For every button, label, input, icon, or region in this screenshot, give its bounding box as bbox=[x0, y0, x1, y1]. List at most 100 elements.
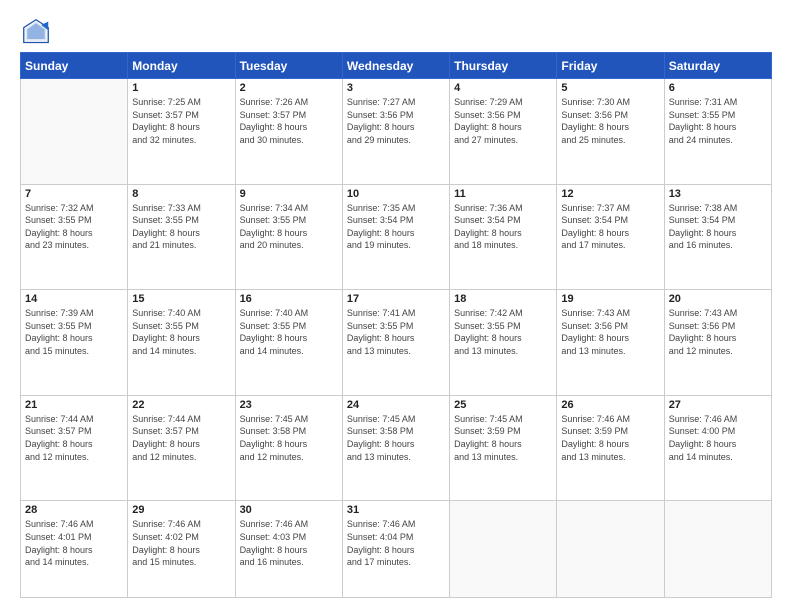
calendar-header-monday: Monday bbox=[128, 53, 235, 79]
calendar-header-wednesday: Wednesday bbox=[342, 53, 449, 79]
calendar-cell bbox=[557, 501, 664, 598]
header bbox=[20, 18, 772, 46]
day-info: Sunrise: 7:45 AM Sunset: 3:59 PM Dayligh… bbox=[454, 413, 552, 463]
calendar-cell: 26 Sunrise: 7:46 AM Sunset: 3:59 PM Dayli… bbox=[557, 395, 664, 501]
calendar-cell: 14 Sunrise: 7:39 AM Sunset: 3:55 PM Dayli… bbox=[21, 290, 128, 396]
calendar-cell: 8Sunrise: 7:33 AM Sunset: 3:55 PM Daylig… bbox=[128, 184, 235, 290]
day-info: Sunrise: 7:29 AM Sunset: 3:56 PM Dayligh… bbox=[454, 96, 552, 146]
calendar-cell: 10 Sunrise: 7:35 AM Sunset: 3:54 PM Dayli… bbox=[342, 184, 449, 290]
day-number: 3 bbox=[347, 82, 445, 94]
day-number: 22 bbox=[132, 399, 230, 411]
day-info: Sunrise: 7:26 AM Sunset: 3:57 PM Dayligh… bbox=[240, 96, 338, 146]
day-info: Sunrise: 7:44 AM Sunset: 3:57 PM Dayligh… bbox=[132, 413, 230, 463]
day-info: Sunrise: 7:46 AM Sunset: 4:04 PM Dayligh… bbox=[347, 518, 445, 568]
calendar-header-friday: Friday bbox=[557, 53, 664, 79]
calendar-cell: 2 Sunrise: 7:26 AM Sunset: 3:57 PM Daylig… bbox=[235, 79, 342, 185]
calendar-cell: 18Sunrise: 7:42 AM Sunset: 3:55 PM Dayli… bbox=[450, 290, 557, 396]
logo bbox=[20, 18, 52, 46]
day-number: 9 bbox=[240, 188, 338, 200]
calendar-week-row-2: 7 Sunrise: 7:32 AM Sunset: 3:55 PM Daylig… bbox=[21, 184, 772, 290]
day-info: Sunrise: 7:34 AM Sunset: 3:55 PM Dayligh… bbox=[240, 202, 338, 252]
calendar-week-row-4: 21 Sunrise: 7:44 AM Sunset: 3:57 PM Dayli… bbox=[21, 395, 772, 501]
day-info: Sunrise: 7:36 AM Sunset: 3:54 PM Dayligh… bbox=[454, 202, 552, 252]
day-info: Sunrise: 7:46 AM Sunset: 4:00 PM Dayligh… bbox=[669, 413, 767, 463]
calendar-cell: 3Sunrise: 7:27 AM Sunset: 3:56 PM Daylig… bbox=[342, 79, 449, 185]
day-info: Sunrise: 7:46 AM Sunset: 3:59 PM Dayligh… bbox=[561, 413, 659, 463]
day-number: 24 bbox=[347, 399, 445, 411]
day-number: 19 bbox=[561, 293, 659, 305]
day-number: 13 bbox=[669, 188, 767, 200]
calendar-cell: 13 Sunrise: 7:38 AM Sunset: 3:54 PM Dayli… bbox=[664, 184, 771, 290]
calendar-cell bbox=[450, 501, 557, 598]
day-info: Sunrise: 7:40 AM Sunset: 3:55 PM Dayligh… bbox=[132, 307, 230, 357]
calendar-cell: 15 Sunrise: 7:40 AM Sunset: 3:55 PM Dayli… bbox=[128, 290, 235, 396]
day-info: Sunrise: 7:46 AM Sunset: 4:03 PM Dayligh… bbox=[240, 518, 338, 568]
day-number: 20 bbox=[669, 293, 767, 305]
calendar-header-thursday: Thursday bbox=[450, 53, 557, 79]
calendar-cell: 31 Sunrise: 7:46 AM Sunset: 4:04 PM Dayli… bbox=[342, 501, 449, 598]
calendar-cell bbox=[21, 79, 128, 185]
calendar-cell: 23 Sunrise: 7:45 AM Sunset: 3:58 PM Dayli… bbox=[235, 395, 342, 501]
day-info: Sunrise: 7:46 AM Sunset: 4:02 PM Dayligh… bbox=[132, 518, 230, 568]
day-info: Sunrise: 7:46 AM Sunset: 4:01 PM Dayligh… bbox=[25, 518, 123, 568]
day-number: 17 bbox=[347, 293, 445, 305]
day-info: Sunrise: 7:38 AM Sunset: 3:54 PM Dayligh… bbox=[669, 202, 767, 252]
day-info: Sunrise: 7:41 AM Sunset: 3:55 PM Dayligh… bbox=[347, 307, 445, 357]
calendar-cell: 9 Sunrise: 7:34 AM Sunset: 3:55 PM Daylig… bbox=[235, 184, 342, 290]
day-number: 11 bbox=[454, 188, 552, 200]
day-info: Sunrise: 7:45 AM Sunset: 3:58 PM Dayligh… bbox=[347, 413, 445, 463]
calendar-cell: 16Sunrise: 7:40 AM Sunset: 3:55 PM Dayli… bbox=[235, 290, 342, 396]
day-number: 4 bbox=[454, 82, 552, 94]
calendar-cell: 1 Sunrise: 7:25 AM Sunset: 3:57 PM Daylig… bbox=[128, 79, 235, 185]
day-number: 5 bbox=[561, 82, 659, 94]
calendar-table: SundayMondayTuesdayWednesdayThursdayFrid… bbox=[20, 52, 772, 598]
day-number: 14 bbox=[25, 293, 123, 305]
day-info: Sunrise: 7:35 AM Sunset: 3:54 PM Dayligh… bbox=[347, 202, 445, 252]
calendar-header-tuesday: Tuesday bbox=[235, 53, 342, 79]
day-info: Sunrise: 7:32 AM Sunset: 3:55 PM Dayligh… bbox=[25, 202, 123, 252]
calendar-cell: 7 Sunrise: 7:32 AM Sunset: 3:55 PM Daylig… bbox=[21, 184, 128, 290]
page: SundayMondayTuesdayWednesdayThursdayFrid… bbox=[0, 0, 792, 612]
calendar-cell: 30 Sunrise: 7:46 AM Sunset: 4:03 PM Dayli… bbox=[235, 501, 342, 598]
day-info: Sunrise: 7:44 AM Sunset: 3:57 PM Dayligh… bbox=[25, 413, 123, 463]
day-info: Sunrise: 7:39 AM Sunset: 3:55 PM Dayligh… bbox=[25, 307, 123, 357]
calendar-cell: 4 Sunrise: 7:29 AM Sunset: 3:56 PM Daylig… bbox=[450, 79, 557, 185]
day-number: 7 bbox=[25, 188, 123, 200]
calendar-cell bbox=[664, 501, 771, 598]
calendar-cell: 6Sunrise: 7:31 AM Sunset: 3:55 PM Daylig… bbox=[664, 79, 771, 185]
logo-icon bbox=[22, 18, 50, 46]
day-number: 16 bbox=[240, 293, 338, 305]
day-number: 28 bbox=[25, 504, 123, 516]
day-number: 2 bbox=[240, 82, 338, 94]
day-info: Sunrise: 7:30 AM Sunset: 3:56 PM Dayligh… bbox=[561, 96, 659, 146]
day-number: 10 bbox=[347, 188, 445, 200]
calendar-cell: 29 Sunrise: 7:46 AM Sunset: 4:02 PM Dayli… bbox=[128, 501, 235, 598]
day-number: 21 bbox=[25, 399, 123, 411]
day-info: Sunrise: 7:25 AM Sunset: 3:57 PM Dayligh… bbox=[132, 96, 230, 146]
calendar-cell: 24 Sunrise: 7:45 AM Sunset: 3:58 PM Dayli… bbox=[342, 395, 449, 501]
calendar-cell: 19 Sunrise: 7:43 AM Sunset: 3:56 PM Dayli… bbox=[557, 290, 664, 396]
day-number: 29 bbox=[132, 504, 230, 516]
calendar-header-saturday: Saturday bbox=[664, 53, 771, 79]
day-info: Sunrise: 7:43 AM Sunset: 3:56 PM Dayligh… bbox=[561, 307, 659, 357]
calendar-header-sunday: Sunday bbox=[21, 53, 128, 79]
day-number: 1 bbox=[132, 82, 230, 94]
calendar-cell: 11 Sunrise: 7:36 AM Sunset: 3:54 PM Dayli… bbox=[450, 184, 557, 290]
calendar-cell: 28 Sunrise: 7:46 AM Sunset: 4:01 PM Dayli… bbox=[21, 501, 128, 598]
day-info: Sunrise: 7:31 AM Sunset: 3:55 PM Dayligh… bbox=[669, 96, 767, 146]
calendar-cell: 20Sunrise: 7:43 AM Sunset: 3:56 PM Dayli… bbox=[664, 290, 771, 396]
day-number: 31 bbox=[347, 504, 445, 516]
day-number: 30 bbox=[240, 504, 338, 516]
calendar-week-row-1: 1 Sunrise: 7:25 AM Sunset: 3:57 PM Daylig… bbox=[21, 79, 772, 185]
day-info: Sunrise: 7:45 AM Sunset: 3:58 PM Dayligh… bbox=[240, 413, 338, 463]
day-info: Sunrise: 7:42 AM Sunset: 3:55 PM Dayligh… bbox=[454, 307, 552, 357]
calendar-cell: 22 Sunrise: 7:44 AM Sunset: 3:57 PM Dayli… bbox=[128, 395, 235, 501]
day-number: 12 bbox=[561, 188, 659, 200]
day-number: 26 bbox=[561, 399, 659, 411]
day-number: 15 bbox=[132, 293, 230, 305]
calendar-cell: 5 Sunrise: 7:30 AM Sunset: 3:56 PM Daylig… bbox=[557, 79, 664, 185]
calendar-cell: 25Sunrise: 7:45 AM Sunset: 3:59 PM Dayli… bbox=[450, 395, 557, 501]
calendar-week-row-5: 28 Sunrise: 7:46 AM Sunset: 4:01 PM Dayli… bbox=[21, 501, 772, 598]
day-number: 23 bbox=[240, 399, 338, 411]
calendar-cell: 21 Sunrise: 7:44 AM Sunset: 3:57 PM Dayli… bbox=[21, 395, 128, 501]
